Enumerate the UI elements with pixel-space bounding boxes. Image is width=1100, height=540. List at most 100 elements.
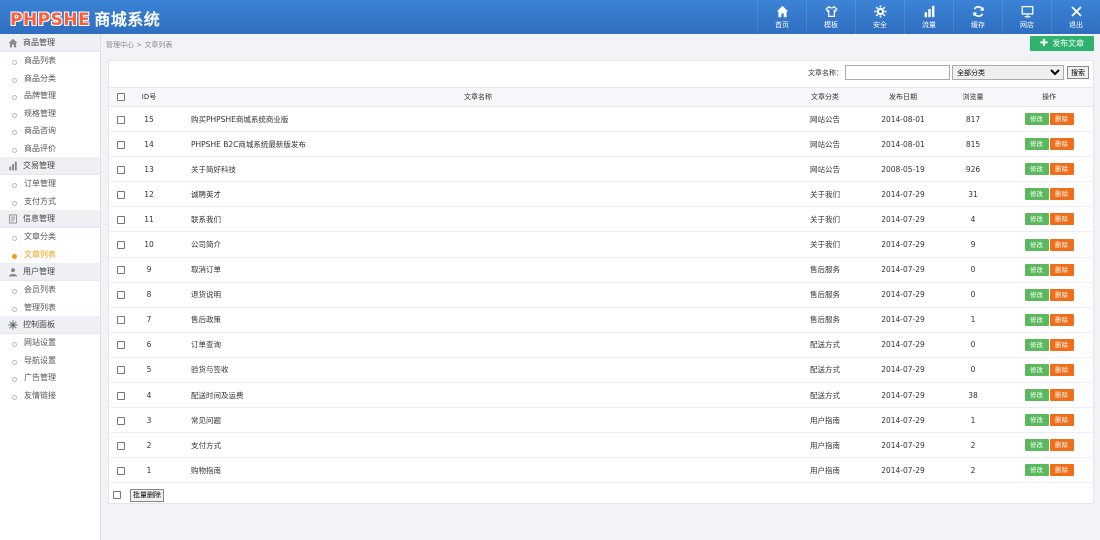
row-checkbox[interactable] [117,140,125,149]
sidebar-group-title: 交易管理 [23,160,55,170]
sidebar-group-title: 信息管理 [23,213,55,223]
sidebar-item[interactable]: 商品列表 [0,52,100,70]
topnav-item-1[interactable]: 模板 [806,0,855,34]
cell-category: 关于我们 [785,231,865,258]
delete-button[interactable]: 删除 [1049,363,1074,376]
sidebar-group-2[interactable]: 信息管理 [0,210,100,228]
row-checkbox[interactable] [117,215,125,224]
sidebar-item[interactable]: 管理列表 [0,299,100,317]
cell-date: 2014-07-29 [865,181,941,208]
top-nav: 首页 模板 安全 流量 缓存 网店 退出 [757,0,1100,34]
delete-button[interactable]: 删除 [1049,414,1074,427]
sidebar-item[interactable]: 广告管理 [0,369,100,387]
sidebar-item[interactable]: 商品咨询 [0,122,100,140]
topnav-item-2[interactable]: 安全 [855,0,904,34]
row-checkbox[interactable] [117,291,125,300]
sidebar-group-0[interactable]: 商品管理 [0,34,100,52]
sidebar-item[interactable]: 品牌管理 [0,87,100,105]
sidebar-item[interactable]: 商品评价 [0,140,100,158]
delete-button[interactable]: 删除 [1049,288,1074,301]
cell-category: 配送方式 [785,332,865,358]
topnav-item-5[interactable]: 网店 [1002,0,1051,34]
delete-button[interactable]: 删除 [1049,263,1074,276]
search-button[interactable]: 搜索 [1067,66,1089,79]
edit-button[interactable]: 修改 [1024,439,1049,452]
delete-button[interactable]: 删除 [1049,188,1074,201]
cell-name: 联系我们 [171,206,785,233]
delete-button[interactable]: 删除 [1049,163,1074,176]
row-checkbox[interactable] [117,416,125,425]
topnav-item-6[interactable]: 退出 [1051,0,1100,34]
batch-bar: 批量删除 [109,485,1093,505]
topnav-item-4[interactable]: 缓存 [953,0,1002,34]
edit-button[interactable]: 修改 [1024,213,1049,226]
sidebar-item[interactable]: 导航设置 [0,352,100,370]
row-checkbox[interactable] [117,165,125,174]
cell-date: 2014-07-29 [865,257,941,283]
sidebar-item[interactable]: 友情链接 [0,387,100,405]
cell-name: 配送时间及运费 [171,382,785,409]
batch-select-checkbox[interactable] [113,491,121,499]
publish-article-button[interactable]: ✚ 发布文章 [1030,36,1094,51]
edit-button[interactable]: 修改 [1024,313,1049,326]
sidebar-item[interactable]: 会员列表 [0,281,100,299]
delete-button[interactable]: 删除 [1049,338,1074,351]
edit-button[interactable]: 修改 [1024,288,1049,301]
delete-button[interactable]: 删除 [1049,389,1074,402]
delete-button[interactable]: 删除 [1049,313,1074,326]
topnav-item-0[interactable]: 首页 [757,0,806,34]
edit-button[interactable]: 修改 [1024,414,1049,427]
edit-button[interactable]: 修改 [1024,464,1049,477]
row-checkbox[interactable] [117,316,125,325]
sidebar-item[interactable]: 网站设置 [0,334,100,352]
row-checkbox-cell [109,106,127,133]
category-select[interactable]: 全部分类 [952,65,1064,80]
row-checkbox[interactable] [117,366,125,375]
sidebar-group-1[interactable]: 交易管理 [0,157,100,175]
sidebar-item[interactable]: 文章分类 [0,228,100,246]
sidebar-item[interactable]: 商品分类 [0,70,100,88]
sidebar-item[interactable]: 文章列表 [0,246,100,264]
row-checkbox[interactable] [117,266,125,275]
article-name-input[interactable] [845,65,950,80]
delete-button[interactable]: 删除 [1049,138,1074,151]
edit-button[interactable]: 修改 [1024,113,1049,126]
row-checkbox[interactable] [117,466,125,475]
cell-name: PHPSHE B2C商城系统最新版发布 [171,131,785,158]
edit-button[interactable]: 修改 [1024,238,1049,251]
edit-button[interactable]: 修改 [1024,163,1049,176]
row-checkbox[interactable] [117,190,125,199]
edit-button[interactable]: 修改 [1024,263,1049,276]
cell-id: 13 [127,156,171,183]
row-checkbox-cell [109,156,127,183]
delete-button[interactable]: 删除 [1049,439,1074,452]
edit-button[interactable]: 修改 [1024,338,1049,351]
batch-delete-button[interactable]: 批量删除 [130,488,164,502]
edit-button[interactable]: 修改 [1024,363,1049,376]
sidebar-item[interactable]: 订单管理 [0,175,100,193]
topnav-item-3[interactable]: 流量 [904,0,953,34]
edit-button[interactable]: 修改 [1024,138,1049,151]
cell-id: 9 [127,257,171,283]
sidebar-item[interactable]: 支付方式 [0,193,100,211]
delete-button[interactable]: 删除 [1049,113,1074,126]
topnav-label: 模板 [824,20,838,29]
cell-category: 关于我们 [785,181,865,208]
sidebar-group-3[interactable]: 用户管理 [0,263,100,281]
cell-name: 退货说明 [171,282,785,308]
row-checkbox[interactable] [117,341,125,350]
row-checkbox[interactable] [117,391,125,400]
sidebar-item[interactable]: 规格管理 [0,105,100,123]
cell-id: 12 [127,181,171,208]
delete-button[interactable]: 删除 [1049,213,1074,226]
row-checkbox[interactable] [117,241,125,250]
select-all-checkbox[interactable] [117,93,125,101]
delete-button[interactable]: 删除 [1049,464,1074,477]
row-checkbox[interactable] [117,115,125,124]
sidebar-group-4[interactable]: 控制面板 [0,316,100,334]
delete-button[interactable]: 删除 [1049,238,1074,251]
row-checkbox-cell [109,131,127,158]
edit-button[interactable]: 修改 [1024,389,1049,402]
row-checkbox[interactable] [117,441,125,450]
edit-button[interactable]: 修改 [1024,188,1049,201]
